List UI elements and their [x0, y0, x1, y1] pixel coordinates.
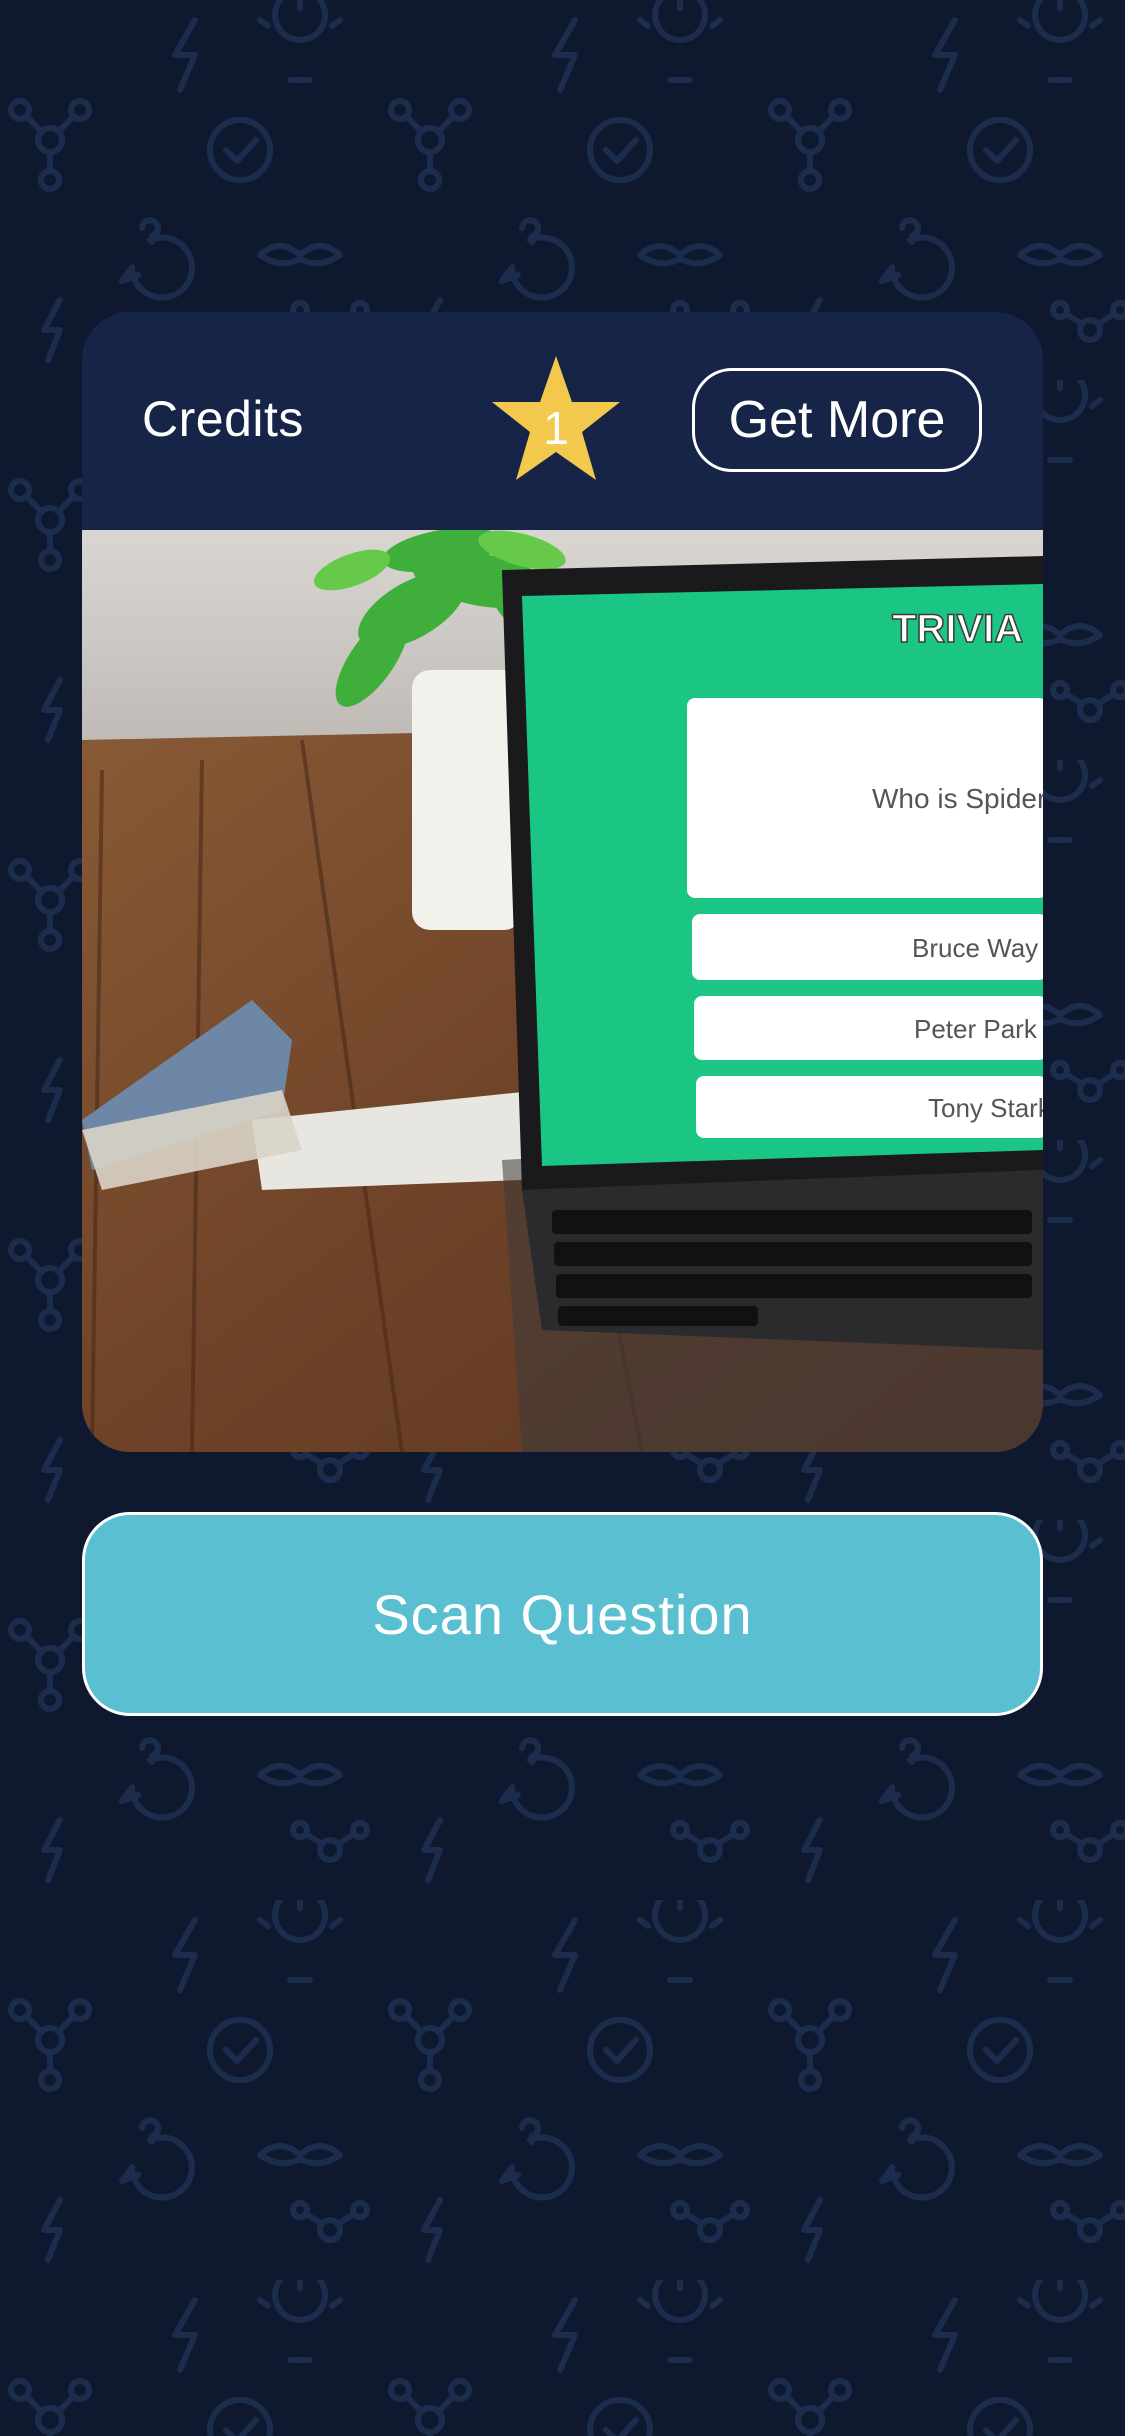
- credits-header: Credits 1 Get More: [82, 312, 1043, 530]
- get-more-button[interactable]: Get More: [692, 368, 982, 472]
- trivia-question: Who is Spiderm: [872, 783, 1043, 814]
- trivia-answer-3: Tony Stark: [928, 1093, 1043, 1123]
- scan-card: Credits 1 Get More TRIVIA Who is Spider …: [82, 312, 1043, 1452]
- trivia-title: TRIVIA: [892, 607, 1023, 651]
- scan-question-button[interactable]: Scan Question: [82, 1512, 1043, 1716]
- hero-image: TRIVIA Who is Spiderm Bruce Way Peter Pa…: [82, 530, 1043, 1452]
- trivia-answer-1: Bruce Way: [912, 933, 1038, 963]
- credit-count: 1: [543, 402, 569, 454]
- trivia-answer-2: Peter Park: [914, 1014, 1038, 1044]
- credits-label: Credits: [142, 391, 304, 447]
